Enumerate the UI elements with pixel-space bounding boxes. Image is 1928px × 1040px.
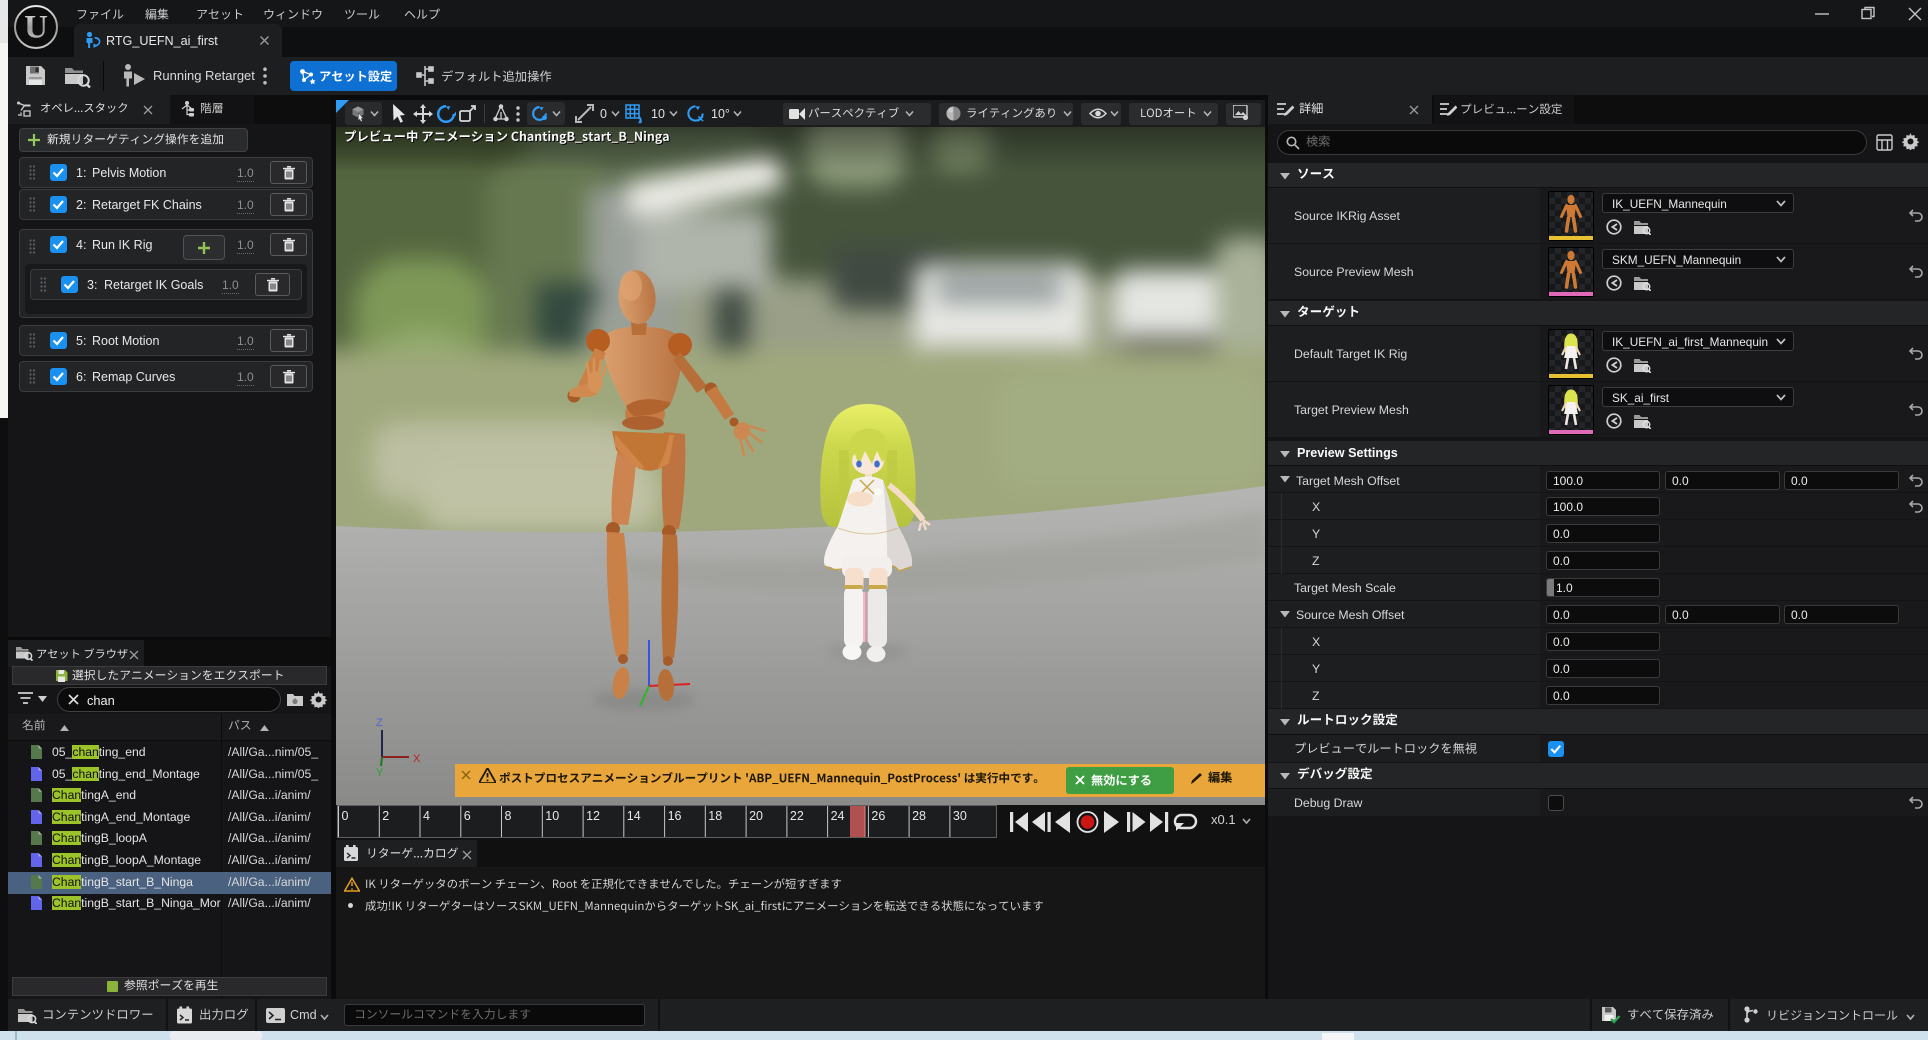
svg-text:26: 26 — [871, 809, 885, 823]
svg-text:12: 12 — [586, 809, 600, 823]
svg-text:20: 20 — [749, 809, 763, 823]
svg-text:8: 8 — [505, 809, 512, 823]
svg-text:16: 16 — [668, 809, 682, 823]
svg-text:2: 2 — [382, 809, 389, 823]
svg-text:10: 10 — [545, 809, 559, 823]
svg-text:30: 30 — [953, 809, 967, 823]
svg-text:U: U — [24, 10, 48, 46]
svg-text:14: 14 — [627, 809, 641, 823]
svg-text:Y: Y — [376, 767, 384, 779]
svg-text:22: 22 — [790, 809, 804, 823]
svg-text:4: 4 — [423, 809, 430, 823]
svg-text:6: 6 — [464, 809, 471, 823]
svg-text:Z: Z — [376, 717, 383, 729]
svg-text:24: 24 — [831, 809, 845, 823]
svg-text:X: X — [413, 753, 421, 765]
svg-text:0: 0 — [342, 809, 349, 823]
svg-text:28: 28 — [912, 809, 926, 823]
svg-text:18: 18 — [708, 809, 722, 823]
